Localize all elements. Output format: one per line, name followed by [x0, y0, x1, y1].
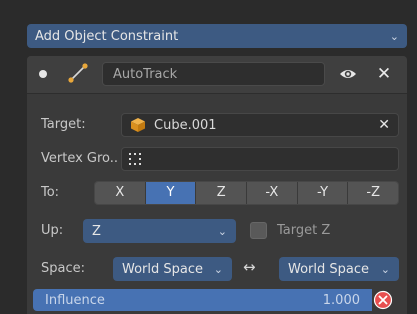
add-constraint-label: Add Object Constraint — [35, 28, 179, 44]
vertex-group-label: Vertex Gro.. — [41, 151, 119, 166]
add-object-constraint-dropdown[interactable]: Add Object Constraint ⌄ — [27, 24, 407, 48]
target-value: Cube.001 — [154, 117, 217, 133]
influence-slider[interactable]: Influence 1.000 — [33, 289, 372, 311]
space-label: Space: — [41, 261, 85, 276]
space-arrow: ↔ — [243, 258, 256, 276]
track-constraint-icon — [68, 63, 88, 83]
collapse-dot-icon[interactable] — [39, 70, 47, 78]
chevron-down-icon: ⌄ — [213, 262, 223, 276]
to-axis-selector: X Y Z -X -Y -Z — [94, 181, 399, 205]
vertex-group-icon — [129, 153, 141, 165]
up-axis-dropdown[interactable]: Z ⌄ — [83, 219, 236, 243]
target-label: Target: — [41, 117, 86, 132]
up-axis-value: Z — [92, 223, 101, 239]
eye-icon[interactable] — [339, 65, 357, 83]
target-space-value: World Space — [288, 261, 370, 277]
clear-x-icon[interactable] — [373, 290, 393, 310]
target-z-checkbox[interactable] — [250, 222, 267, 239]
chevron-down-icon: ⌄ — [380, 262, 390, 276]
vertex-group-field[interactable] — [121, 147, 399, 171]
to-axis-z[interactable]: Z — [196, 182, 248, 204]
close-icon[interactable]: ✕ — [375, 64, 393, 84]
cube-object-icon — [131, 118, 145, 132]
to-axis-neg-x[interactable]: -X — [247, 182, 298, 204]
chevron-down-icon: ⌄ — [389, 29, 399, 43]
influence-label: Influence — [45, 292, 105, 308]
to-label: To: — [41, 185, 60, 200]
constraint-name: AutoTrack — [113, 66, 178, 82]
owner-space-dropdown[interactable]: World Space ⌄ — [113, 257, 232, 281]
target-z-label: Target Z — [277, 223, 331, 238]
owner-space-value: World Space — [122, 261, 204, 277]
to-axis-neg-y[interactable]: -Y — [297, 182, 349, 204]
target-field[interactable]: Cube.001 ✕ — [121, 113, 399, 137]
influence-value: 1.000 — [322, 292, 360, 308]
constraint-name-field[interactable]: AutoTrack — [102, 62, 325, 86]
chevron-down-icon: ⌄ — [217, 224, 227, 238]
to-axis-x[interactable]: X — [95, 182, 146, 204]
to-axis-y[interactable]: Y — [145, 182, 197, 204]
to-axis-neg-z[interactable]: -Z — [348, 182, 398, 204]
up-label: Up: — [41, 223, 64, 238]
clear-x-icon[interactable]: ✕ — [378, 117, 390, 133]
target-space-dropdown[interactable]: World Space ⌄ — [279, 257, 399, 281]
